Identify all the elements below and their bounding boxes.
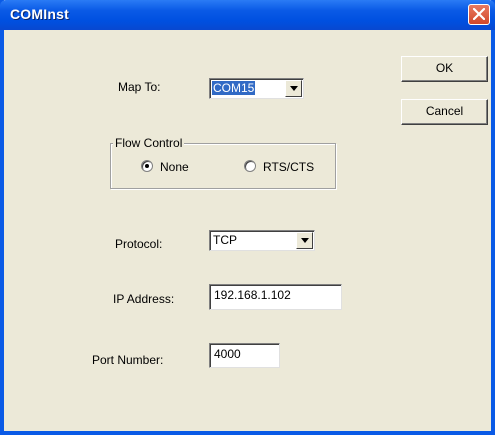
protocol-value: TCP <box>213 233 237 247</box>
map-to-dropdown[interactable]: COM15 <box>209 78 304 99</box>
map-to-label: Map To: <box>118 80 161 94</box>
port-number-label: Port Number: <box>92 353 164 367</box>
close-button[interactable] <box>468 4 490 25</box>
ip-address-field[interactable]: 192.168.1.102 <box>209 284 342 310</box>
ip-address-value: 192.168.1.102 <box>214 288 291 302</box>
chevron-down-icon <box>290 86 298 91</box>
radio-rts-cts-label[interactable]: RTS/CTS <box>263 160 314 174</box>
port-number-value: 4000 <box>214 347 241 361</box>
cancel-button[interactable]: Cancel <box>401 99 488 125</box>
protocol-label: Protocol: <box>115 237 163 251</box>
protocol-dropdown-arrow[interactable] <box>296 232 313 249</box>
radio-dot <box>145 164 149 168</box>
radio-rts-cts[interactable] <box>244 160 256 172</box>
ok-button[interactable]: OK <box>401 56 488 82</box>
flow-control-title: Flow Control <box>113 136 185 150</box>
close-x-icon <box>473 8 485 20</box>
map-to-value: COM15 <box>212 81 256 95</box>
window-title: COMInst <box>10 6 69 22</box>
radio-none[interactable] <box>141 160 153 172</box>
chevron-down-icon <box>301 238 309 243</box>
title-bar[interactable]: COMInst <box>0 0 495 30</box>
ip-address-label: IP Address: <box>113 292 175 306</box>
radio-none-label[interactable]: None <box>160 160 189 174</box>
port-number-field[interactable]: 4000 <box>209 343 280 368</box>
protocol-dropdown[interactable]: TCP <box>209 230 315 251</box>
map-to-dropdown-arrow[interactable] <box>285 80 302 97</box>
